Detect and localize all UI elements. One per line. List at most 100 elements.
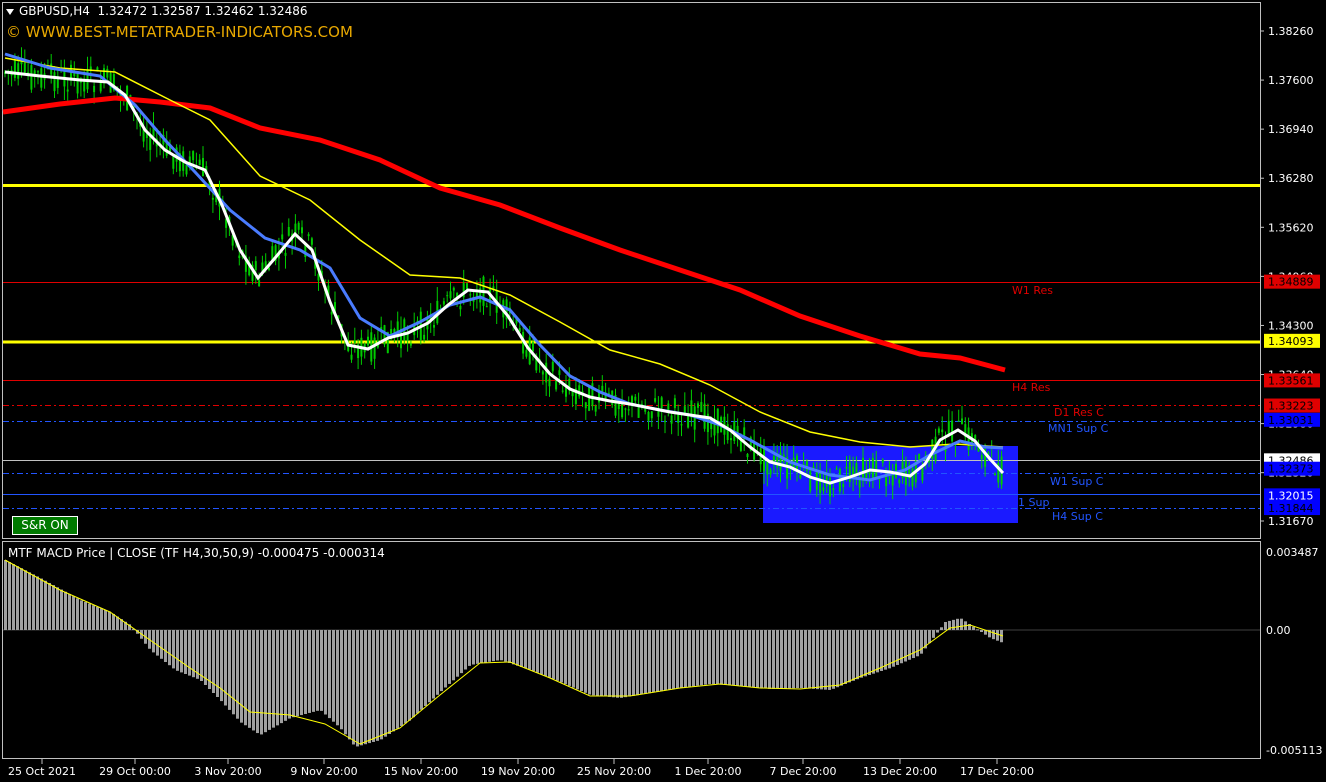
macd-bar bbox=[712, 630, 715, 685]
time-axis-label: 1 Dec 20:00 bbox=[675, 765, 742, 778]
time-axis-label: 17 Dec 20:00 bbox=[960, 765, 1034, 778]
macd-bar bbox=[348, 630, 351, 740]
macd-bar bbox=[936, 630, 939, 633]
candle-body bbox=[911, 468, 914, 487]
macd-bar bbox=[368, 630, 371, 744]
macd-bar bbox=[452, 630, 455, 681]
candle-body bbox=[367, 336, 369, 346]
macd-bar bbox=[376, 630, 379, 741]
macd-bar bbox=[752, 630, 755, 688]
macd-bar bbox=[812, 630, 815, 689]
macd-bar bbox=[484, 630, 487, 663]
candle-body bbox=[881, 459, 884, 463]
candle-body bbox=[558, 370, 561, 375]
candle-body bbox=[891, 474, 894, 486]
macd-bar bbox=[528, 630, 531, 670]
candle-body bbox=[871, 457, 874, 480]
candle-body bbox=[994, 473, 996, 476]
macd-bar bbox=[564, 630, 567, 685]
candle-body bbox=[819, 471, 822, 494]
macd-bar bbox=[788, 630, 791, 689]
macd-bar bbox=[468, 630, 471, 666]
candle-body bbox=[961, 418, 963, 425]
macd-bar bbox=[364, 630, 367, 745]
macd-bar bbox=[56, 587, 59, 630]
dropdown-triangle-icon[interactable] bbox=[6, 8, 14, 15]
candle-body bbox=[647, 412, 650, 421]
macd-bar bbox=[972, 626, 975, 630]
macd-bar bbox=[876, 630, 879, 673]
macd-bar bbox=[88, 603, 91, 630]
macd-bar bbox=[932, 630, 935, 638]
candle-body bbox=[822, 487, 825, 491]
macd-bar bbox=[672, 630, 675, 690]
macd-bar bbox=[944, 622, 947, 630]
candle-body bbox=[584, 402, 587, 409]
candle-body bbox=[680, 424, 683, 426]
macd-bar bbox=[612, 630, 615, 698]
candle-body bbox=[284, 252, 287, 256]
macd-bar bbox=[656, 630, 659, 692]
macd-bar bbox=[588, 630, 591, 695]
price-axis-label: 1.38260 bbox=[1268, 25, 1314, 38]
macd-bar bbox=[800, 630, 803, 689]
candle-body bbox=[700, 402, 703, 412]
macd-bar bbox=[448, 630, 451, 684]
time-axis-label: 15 Nov 20:00 bbox=[384, 765, 458, 778]
macd-bar bbox=[956, 618, 959, 630]
macd-bar bbox=[8, 562, 11, 630]
macd-bar bbox=[520, 630, 523, 667]
candle-body bbox=[459, 305, 462, 310]
candle-body bbox=[627, 409, 630, 411]
macd-bar bbox=[744, 630, 747, 687]
candle-body bbox=[799, 475, 802, 479]
macd-bar bbox=[356, 630, 359, 747]
candle-body bbox=[904, 460, 907, 486]
macd-bar bbox=[340, 630, 343, 730]
macd-bar bbox=[784, 630, 787, 689]
macd-bar bbox=[616, 630, 619, 698]
macd-bar bbox=[548, 630, 551, 678]
macd-bar bbox=[540, 630, 543, 675]
macd-bar bbox=[424, 630, 427, 706]
macd-bar bbox=[420, 630, 423, 710]
macd-bar bbox=[560, 630, 563, 683]
macd-bar bbox=[392, 630, 395, 732]
candle-body bbox=[634, 396, 637, 401]
candle-body bbox=[809, 470, 812, 492]
candle-body bbox=[353, 340, 356, 343]
macd-bar bbox=[668, 630, 671, 690]
candle-body bbox=[532, 342, 534, 352]
macd-bar bbox=[180, 630, 183, 673]
macd-bar bbox=[728, 630, 731, 686]
macd-bar bbox=[628, 630, 631, 697]
macd-bar bbox=[476, 630, 479, 664]
macd-bar bbox=[760, 630, 763, 689]
price-axis-label: 1.36940 bbox=[1268, 123, 1314, 136]
macd-bar bbox=[808, 630, 811, 689]
macd-bar bbox=[332, 630, 335, 722]
macd-bar bbox=[168, 630, 171, 666]
time-axis-label: 25 Nov 20:00 bbox=[577, 765, 651, 778]
macd-bar bbox=[352, 630, 355, 745]
macd-bar bbox=[160, 630, 163, 659]
level-label: D1 Res C bbox=[1054, 406, 1104, 419]
macd-bar bbox=[780, 630, 783, 689]
candle-body bbox=[149, 136, 152, 150]
macd-bar bbox=[592, 630, 595, 696]
candle-body bbox=[40, 68, 43, 88]
macd-bar bbox=[472, 630, 475, 665]
candle-body bbox=[211, 197, 214, 200]
chart-canvas[interactable]: W1 Res H4 Res D1 Res C MN1 Sup C W1 Sup … bbox=[0, 0, 1326, 782]
macd-bar bbox=[20, 568, 23, 630]
macd-bar bbox=[260, 630, 263, 735]
macd-bar bbox=[388, 630, 391, 734]
macd-bar bbox=[184, 630, 187, 674]
macd-bar bbox=[716, 630, 719, 685]
macd-bar bbox=[416, 630, 419, 714]
sr-toggle-button[interactable]: S&R ON bbox=[12, 516, 78, 535]
macd-bar bbox=[48, 582, 51, 630]
candle-body bbox=[442, 301, 445, 305]
macd-bar bbox=[324, 630, 327, 715]
macd-bar bbox=[200, 630, 203, 681]
